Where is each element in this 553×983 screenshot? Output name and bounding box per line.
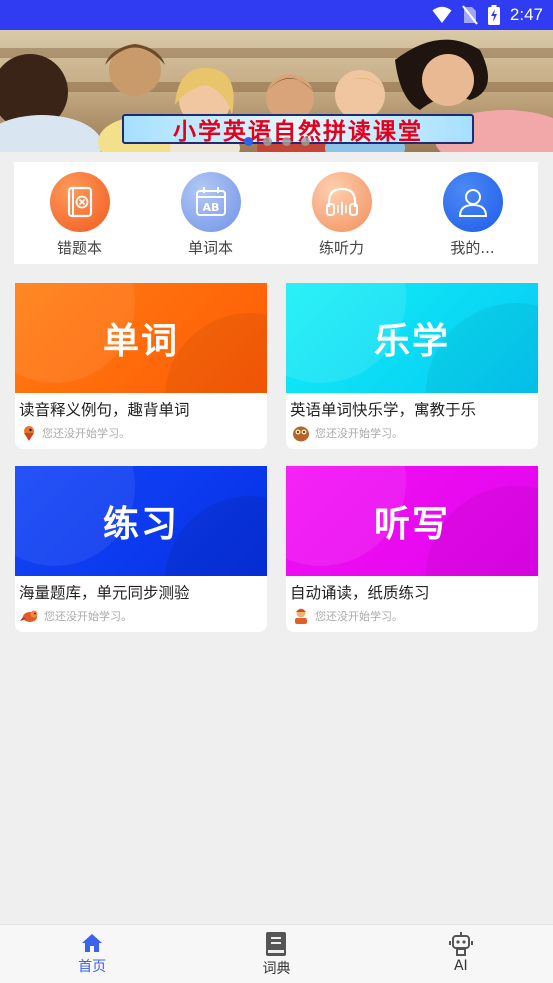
card-hero: 单词 — [15, 283, 267, 393]
bird-avatar-icon — [24, 426, 34, 441]
quick-action-label: 我的... — [450, 239, 495, 257]
quick-action-word-book[interactable]: AB 单词本 — [145, 162, 276, 264]
owl-avatar-icon — [293, 426, 309, 442]
quick-action-listening[interactable]: 练听力 — [276, 162, 407, 264]
carousel-dot[interactable] — [243, 137, 253, 146]
card-status: 您还没开始学习。 — [286, 603, 538, 625]
kid-avatar-icon — [295, 608, 307, 624]
card-hero: 乐学 — [286, 283, 538, 393]
card-words[interactable]: 单词 读音释义例句，趣背单词 您还没开始学习。 — [15, 283, 267, 449]
tab-label: 首页 — [78, 959, 107, 975]
card-status-text: 您还没开始学习。 — [42, 427, 130, 440]
carousel-indicator — [0, 137, 553, 146]
banner-carousel[interactable]: 小学英语自然拼读课堂 — [0, 30, 553, 152]
robot-icon — [448, 932, 473, 956]
home-icon — [82, 934, 103, 952]
card-status-text: 您还没开始学习。 — [44, 610, 132, 623]
card-title: 单词 — [102, 321, 179, 362]
headphones-icon — [311, 172, 372, 232]
card-title: 练习 — [102, 504, 179, 545]
carousel-dot[interactable] — [281, 137, 291, 146]
battery-charging-icon — [487, 5, 500, 25]
quick-actions: 错题本 AB 单词本 练听力 我的... — [14, 162, 538, 264]
carousel-dot[interactable] — [300, 137, 310, 146]
card-description: 自动诵读，纸质练习 — [290, 584, 430, 602]
card-status-text: 您还没开始学习。 — [315, 610, 403, 623]
card-status: 您还没开始学习。 — [286, 420, 538, 442]
card-description: 海量题库，单元同步测验 — [19, 584, 190, 602]
card-title: 乐学 — [373, 321, 450, 362]
tab-label: AI — [453, 958, 468, 974]
card-hero: 听写 — [286, 466, 538, 576]
card-status-text: 您还没开始学习。 — [315, 427, 403, 440]
card-hero: 练习 — [15, 466, 267, 576]
wifi-icon — [432, 6, 452, 23]
card-practice[interactable]: 练习 海量题库，单元同步测验 您还没开始学习。 — [15, 466, 267, 632]
mistake-book-icon — [49, 172, 110, 232]
quick-action-mistakes[interactable]: 错题本 — [14, 162, 145, 264]
card-fun-learning[interactable]: 乐学 英语单词快乐学，寓教于乐 您还没开始学习。 — [286, 283, 538, 449]
tab-home[interactable]: 首页 — [0, 925, 184, 983]
card-title: 听写 — [373, 504, 450, 545]
status-bar: 2:47 — [0, 0, 553, 30]
svg-text:AB: AB — [202, 201, 219, 214]
word-book-icon: AB — [180, 172, 241, 232]
tab-label: 词典 — [262, 961, 291, 977]
quick-action-label: 错题本 — [56, 239, 102, 257]
clock: 2:47 — [509, 5, 543, 24]
card-dictation[interactable]: 听写 自动诵读，纸质练习 您还没开始学习。 — [286, 466, 538, 632]
bottom-tab-bar: 首页 词典 AI — [0, 924, 553, 983]
no-sim-icon — [462, 5, 478, 25]
quick-action-mine[interactable]: 我的... — [407, 162, 538, 264]
quick-action-label: 练听力 — [318, 239, 364, 257]
card-description: 读音释义例句，趣背单词 — [19, 401, 190, 419]
status-icons: 2:47 — [432, 5, 543, 25]
card-status: 您还没开始学习。 — [15, 420, 267, 442]
tab-dictionary[interactable]: 词典 — [184, 925, 368, 983]
dictionary-icon — [266, 932, 287, 956]
user-icon — [442, 172, 503, 232]
card-description: 英语单词快乐学，寓教于乐 — [290, 401, 477, 419]
bird-avatar-icon — [20, 610, 38, 622]
card-status: 您还没开始学习。 — [15, 603, 267, 625]
quick-action-label: 单词本 — [187, 239, 233, 257]
carousel-dot[interactable] — [262, 137, 272, 146]
tab-ai[interactable]: AI — [369, 925, 553, 983]
